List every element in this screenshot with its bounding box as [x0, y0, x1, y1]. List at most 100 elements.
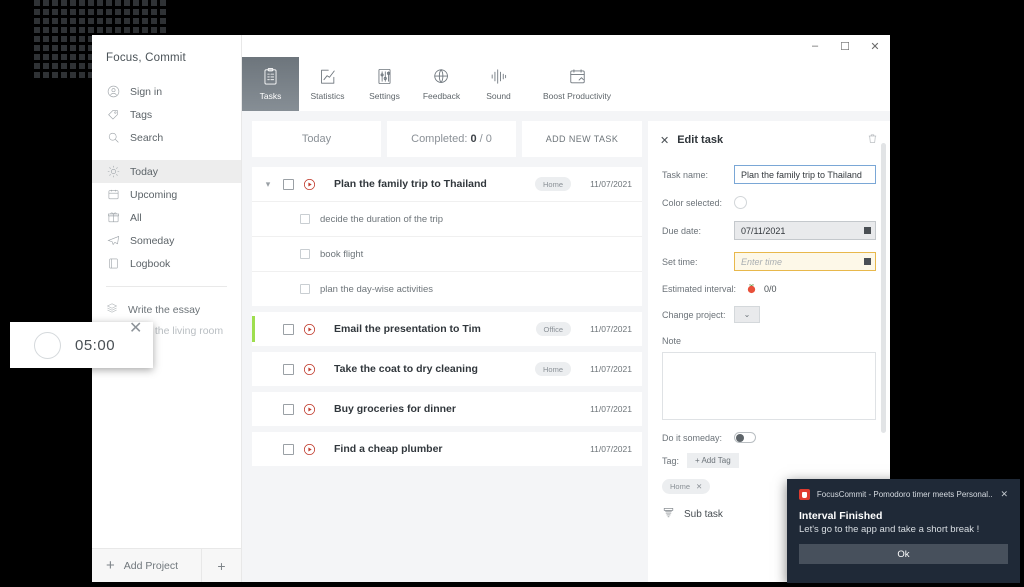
play-timer-icon[interactable] [303, 178, 316, 191]
play-timer-icon[interactable] [303, 323, 316, 336]
tab-sound[interactable]: Sound [470, 57, 527, 111]
change-project-dropdown[interactable]: ⌄ [734, 306, 760, 323]
play-timer-icon[interactable] [303, 443, 316, 456]
chevron-down-icon[interactable]: ▾ [262, 179, 274, 190]
sidebar-item-search[interactable]: Search [92, 126, 241, 149]
add-project-button[interactable]: + Add Project [92, 558, 201, 573]
app-brand: Focus, Commit [106, 52, 186, 64]
time-picker-icon[interactable] [860, 254, 874, 269]
sidebar-item-tags[interactable]: Tags [92, 103, 241, 126]
sidebar-item-all[interactable]: All [92, 206, 241, 229]
box-icon [106, 211, 120, 225]
tab-feedback[interactable]: Feedback [413, 57, 470, 111]
plus-dropdown-icon: + [217, 557, 226, 574]
chart-check-icon [318, 67, 337, 88]
edit-panel-scrollbar[interactable] [881, 143, 886, 433]
tag-chip[interactable]: Home ✕ [662, 479, 711, 494]
due-date-input[interactable]: 07/11/2021 [734, 221, 876, 240]
play-timer-icon[interactable] [303, 363, 316, 376]
sidebar-project-label: Write the essay [128, 303, 201, 316]
header-today[interactable]: Today [252, 121, 381, 157]
estimated-interval-value: 0/0 [764, 283, 777, 294]
chevron-down-icon: ⌄ [743, 310, 751, 319]
task-checkbox[interactable] [283, 178, 294, 190]
note-textarea[interactable] [662, 352, 876, 420]
task-tag: Home [534, 177, 571, 191]
tab-tasks[interactable]: Tasks [242, 57, 299, 111]
subtask-title: decide the duration of the trip [320, 213, 444, 225]
sidebar-item-sign-in[interactable]: Sign in [92, 80, 241, 103]
task-list: ▾ Plan the family trip to Thailand Home … [252, 167, 642, 466]
task-row-main[interactable]: ▾ Find a cheap plumber 11/07/2021 [252, 432, 642, 466]
task-checkbox[interactable] [283, 363, 294, 375]
subtask-checkbox[interactable] [300, 249, 310, 259]
toast-ok-button[interactable]: Ok [799, 544, 1008, 564]
play-timer-icon[interactable] [303, 403, 316, 416]
tag-icon [106, 108, 120, 122]
task-row-main[interactable]: ▾ Buy groceries for dinner 11/07/2021 [252, 392, 642, 426]
sub-task-label: Sub task [684, 508, 723, 520]
search-icon [106, 131, 120, 145]
close-icon[interactable]: ✕ [660, 134, 669, 147]
tab-label: Tasks [259, 91, 282, 101]
task-name-input[interactable]: Plan the family trip to Thailand [734, 165, 876, 184]
task-date: 11/07/2021 [590, 444, 632, 454]
task-row-main[interactable]: ▾ Plan the family trip to Thailand Home … [252, 167, 642, 201]
tomato-icon [746, 283, 757, 294]
task-checkbox[interactable] [283, 323, 294, 335]
sidebar-item-someday[interactable]: Someday [92, 229, 241, 252]
table-row[interactable]: ▾ Find a cheap plumber 11/07/2021 [252, 432, 642, 466]
subtask-row[interactable]: book flight [252, 236, 642, 271]
calendar-picker-icon[interactable] [860, 223, 874, 238]
sidebar-item-upcoming[interactable]: Upcoming [92, 183, 241, 206]
do-it-someday-toggle[interactable] [734, 432, 756, 443]
due-date-row: Due date: 07/11/2021 [648, 221, 890, 240]
set-time-input[interactable]: Enter time [734, 252, 876, 271]
header-completed: Completed: 0 / 0 [387, 121, 516, 157]
timer-close-icon[interactable]: ✕ [129, 318, 142, 338]
add-tag-button[interactable]: + Add Tag [687, 453, 739, 468]
task-row-main[interactable]: ▾ Email the presentation to Tim Office 1… [252, 312, 642, 346]
set-time-label: Set time: [662, 256, 698, 267]
sidebar-item-logbook[interactable]: Logbook [92, 252, 241, 275]
table-row[interactable]: ▾ Email the presentation to Tim Office 1… [252, 312, 642, 346]
estimated-interval-value-group: 0/0 [746, 283, 777, 294]
task-row-main[interactable]: ▾ Take the coat to dry cleaning Home 11/… [252, 352, 642, 386]
globe-icon [432, 67, 451, 88]
table-row[interactable]: ▾ Take the coat to dry cleaning Home 11/… [252, 352, 642, 386]
task-checkbox[interactable] [283, 443, 294, 455]
toast-close-icon[interactable]: ✕ [1000, 489, 1008, 500]
maximize-button[interactable]: ☐ [830, 35, 860, 57]
do-it-someday-label: Do it someday: [662, 432, 723, 443]
remove-tag-icon[interactable]: ✕ [696, 482, 702, 491]
close-button[interactable]: ✕ [860, 35, 890, 57]
sidebar-label: Someday [130, 234, 175, 247]
subtask-checkbox[interactable] [300, 284, 310, 294]
tab-statistics[interactable]: Statistics [299, 57, 356, 111]
tab-boost-productivity[interactable]: Boost Productivity [527, 57, 627, 111]
toast-title: Interval Finished [799, 510, 883, 522]
subtask-checkbox[interactable] [300, 214, 310, 224]
add-more-button[interactable]: + [201, 549, 241, 582]
task-checkbox[interactable] [283, 403, 294, 415]
toast-header: FocusCommit - Pomodoro timer meets Perso… [799, 489, 1008, 500]
table-row[interactable]: ▾ Buy groceries for dinner 11/07/2021 [252, 392, 642, 426]
active-task-accent-bar [252, 316, 255, 342]
subtask-row[interactable]: plan the day-wise activities [252, 271, 642, 306]
trash-icon[interactable] [867, 131, 878, 149]
table-row[interactable]: ▾ Plan the family trip to Thailand Home … [252, 167, 642, 306]
sidebar-item-today[interactable]: Today [92, 160, 241, 183]
color-swatch[interactable] [734, 196, 747, 209]
tab-settings[interactable]: Settings [356, 57, 413, 111]
completed-total: / 0 [479, 133, 492, 145]
calendar-plus-icon [568, 67, 587, 88]
sidebar: Focus, Commit Sign in Tags Search Today … [92, 35, 242, 582]
minimize-button[interactable]: – [800, 35, 830, 57]
add-new-task-button[interactable]: ADD NEW TASK [522, 121, 642, 157]
toast-app-name: FocusCommit - Pomodoro timer meets Perso… [816, 490, 994, 499]
subtask-row[interactable]: decide the duration of the trip [252, 201, 642, 236]
sidebar-project-write-the-essay[interactable]: Write the essay [92, 299, 241, 320]
list-header: Today Completed: 0 / 0 ADD NEW TASK [252, 121, 642, 157]
task-date: 11/07/2021 [590, 324, 632, 334]
user-icon [106, 85, 120, 99]
